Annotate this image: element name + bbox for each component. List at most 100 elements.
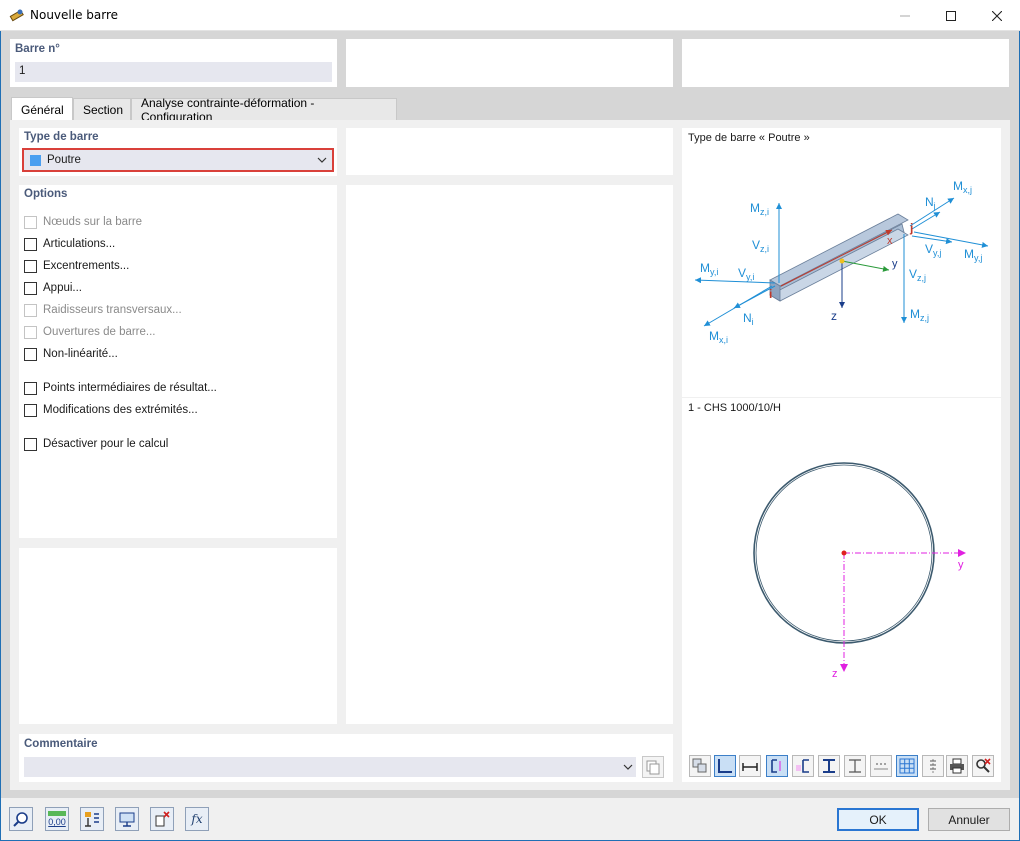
option-member-openings: Ouvertures de barre...: [24, 324, 156, 340]
section-tool-properties[interactable]: [792, 755, 814, 777]
checkbox[interactable]: [24, 237, 37, 251]
checkbox[interactable]: [24, 347, 37, 361]
units-icon: [48, 811, 66, 816]
section-tool-grid[interactable]: [896, 755, 918, 777]
app-icon: [9, 9, 24, 22]
delete-nodes-icon: [155, 811, 170, 827]
mzj-label: Mz,j: [910, 307, 929, 323]
checkbox[interactable]: [24, 281, 37, 295]
tab-stress-strain-config[interactable]: Analyse contrainte-déformation - Configu…: [131, 96, 397, 124]
x-axis-arrow: [780, 229, 893, 287]
section-y-label: y: [958, 559, 964, 571]
header-panel-middle: [346, 39, 673, 87]
member-type-label: Type de barre: [24, 131, 99, 143]
option-transverse-stiffeners: Raidisseurs transversaux...: [24, 302, 182, 318]
grid-icon: [899, 758, 915, 774]
mxj-label: Mx,j: [953, 179, 972, 195]
comment-library-button[interactable]: [642, 756, 664, 778]
title-bar[interactable]: Nouvelle barre: [0, 0, 1020, 31]
ni-label: Ni: [743, 311, 754, 327]
option-eccentricities[interactable]: Excentrements...: [24, 258, 129, 274]
ibeam-icon: [823, 759, 835, 773]
section-tool-print[interactable]: [946, 755, 968, 777]
lower-left-panel: [19, 548, 337, 724]
window-title: Nouvelle barre: [30, 8, 119, 22]
member-type-value: Poutre: [47, 154, 81, 166]
nj-label: Nj: [925, 195, 936, 211]
copy-icon: [646, 760, 660, 775]
comment-panel: Commentaire: [19, 734, 673, 782]
vyi-label: Vy,i: [738, 266, 754, 282]
node-j-label: j: [909, 221, 913, 235]
minimize-button[interactable]: [882, 0, 928, 31]
checkbox[interactable]: [24, 437, 37, 451]
section-tool-dim-points[interactable]: [870, 755, 892, 777]
section-tool-dimension-axis[interactable]: [766, 755, 788, 777]
cancel-button[interactable]: Annuler: [928, 808, 1010, 831]
delete-nodes-button[interactable]: [150, 807, 174, 831]
comment-label: Commentaire: [24, 738, 98, 750]
comment-input[interactable]: [24, 757, 636, 777]
member-no-input[interactable]: 1: [15, 62, 332, 82]
option-hinges[interactable]: Articulations...: [24, 236, 115, 252]
option-result-intermediate-points[interactable]: Points intermédiaires de résultat...: [24, 380, 217, 396]
checkbox[interactable]: [24, 381, 37, 395]
ibeam-shape: [769, 213, 909, 302]
reset-view-icon: [976, 758, 991, 773]
member-info-button[interactable]: [80, 807, 104, 831]
y-axis-label: y: [892, 258, 898, 270]
section-tool-ibeam-outline[interactable]: [844, 755, 866, 777]
checkbox[interactable]: [24, 403, 37, 417]
close-button[interactable]: [974, 0, 1020, 31]
mxi-label: Mx,i: [709, 329, 728, 345]
copy-section-icon: [692, 758, 707, 773]
tab-general[interactable]: Général: [11, 97, 73, 121]
section-tool-dimension-width[interactable]: [739, 755, 761, 777]
maximize-button[interactable]: [928, 0, 974, 31]
formula-icon: fx: [191, 812, 203, 826]
option-end-modifications[interactable]: Modifications des extrémités...: [24, 402, 198, 418]
formula-button[interactable]: fx: [185, 807, 209, 831]
member-no-panel: Barre n° 1: [10, 39, 337, 87]
middle-panel: [346, 185, 673, 724]
dimension-corner-icon: [718, 759, 732, 773]
middle-top-panel: [346, 128, 673, 175]
section-tool-copy[interactable]: [689, 755, 711, 777]
vzi-label: Vz,i: [752, 238, 769, 254]
member-type-select[interactable]: Poutre: [22, 148, 334, 172]
options-label: Options: [24, 188, 68, 200]
section-tool-reset-view[interactable]: [972, 755, 994, 777]
checkbox: [24, 325, 37, 339]
chevron-down-icon: [317, 157, 327, 163]
myj-label: My,j: [964, 247, 982, 263]
section-z-label: z: [832, 668, 838, 680]
checkbox[interactable]: [24, 259, 37, 273]
header-panel-right: [682, 39, 1009, 87]
minimize-icon: [900, 15, 910, 16]
member-type-panel: Type de barre Poutre: [19, 128, 337, 176]
dimension-axis-icon: [771, 759, 781, 773]
section-drawing: y z: [753, 462, 966, 680]
section-tool-ibeam[interactable]: [818, 755, 840, 777]
units-text: 0,00: [48, 817, 66, 827]
section-preview-panel: 1 - CHS 1000/10/H y z: [682, 398, 1001, 782]
comment-chevron-down-icon[interactable]: [623, 764, 633, 770]
units-button[interactable]: 0,00: [45, 807, 69, 831]
tab-section[interactable]: Section: [73, 98, 131, 120]
stress-points-icon: [930, 759, 936, 773]
option-support[interactable]: Appui...: [24, 280, 82, 296]
myi-label: My,i: [700, 261, 718, 277]
option-nodes-on-member: Nœuds sur la barre: [24, 214, 142, 230]
search-help-button[interactable]: [9, 807, 33, 831]
option-deactivate-for-calculation[interactable]: Désactiver pour le calcul: [24, 436, 168, 452]
ibeam-outline-icon: [849, 759, 861, 773]
dim-points-icon: [874, 763, 888, 770]
section-tool-dimension-corner[interactable]: [714, 755, 736, 777]
ok-button[interactable]: OK: [837, 808, 919, 831]
option-nonlinearity[interactable]: Non-linéarité...: [24, 346, 118, 362]
section-tool-stress-points[interactable]: [922, 755, 944, 777]
display-settings-button[interactable]: [115, 807, 139, 831]
centroid-marker: [841, 550, 847, 556]
dimension-width-icon: [742, 763, 758, 771]
member-no-label: Barre n°: [15, 43, 60, 55]
